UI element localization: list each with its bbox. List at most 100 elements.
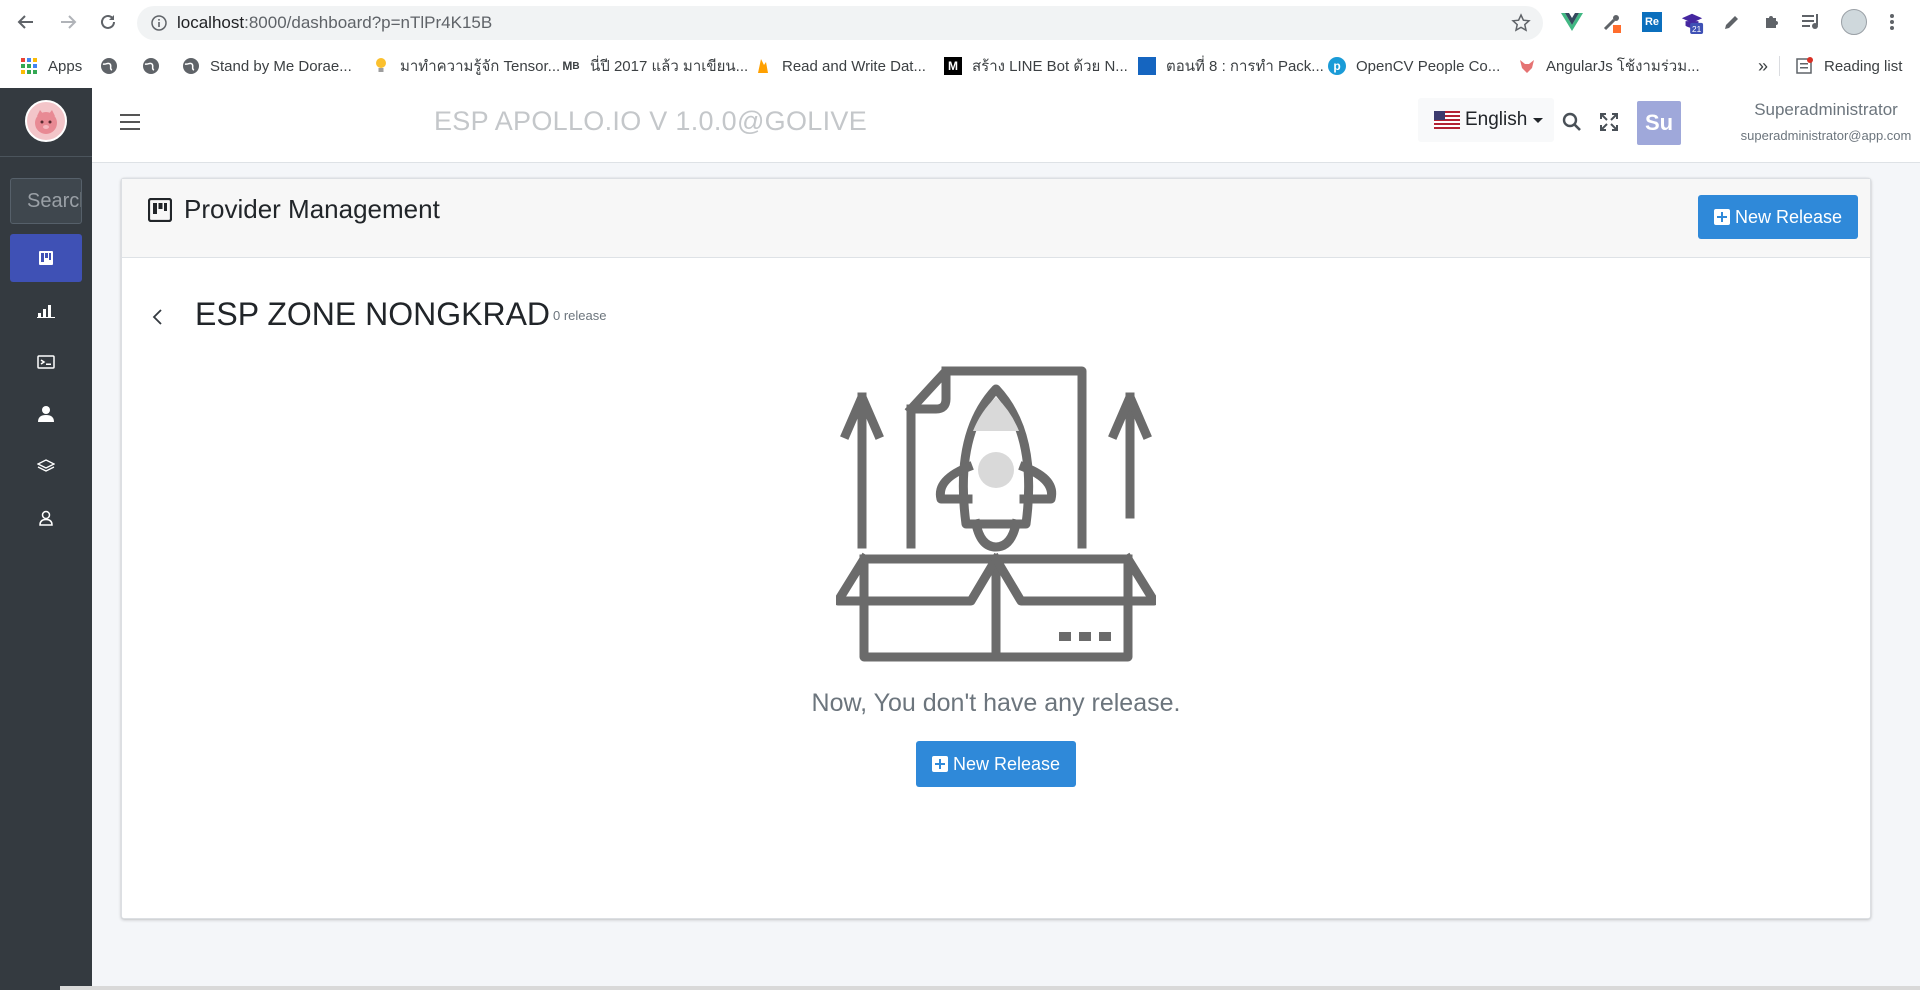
bookmark-label: AngularJs โช้งามร่วม... — [1546, 58, 1700, 75]
sidebar-item-layers[interactable] — [10, 442, 82, 490]
bookmark-globe-2[interactable] — [142, 44, 170, 88]
plus-square-icon — [1713, 209, 1730, 225]
bookmark-label: นี่ปี 2017 แล้ว มาเขียน... — [590, 58, 749, 75]
bookmark-globe-1[interactable] — [100, 44, 128, 88]
sidebar-item-profile[interactable] — [10, 494, 82, 542]
button-label: New Release — [952, 753, 1061, 774]
kanban-icon — [147, 197, 173, 227]
bottom-strip — [60, 986, 1920, 990]
provider-card: Provider Management New Release ESP ZONE… — [121, 178, 1871, 919]
bookmark-package[interactable]: ตอนที่ 8 : การทำ Pack... — [1138, 44, 1324, 88]
zone-title: ESP ZONE NONGKRAD — [195, 296, 551, 332]
reading-list-label: Reading list — [1824, 57, 1903, 75]
more-menu-icon[interactable] — [1880, 10, 1904, 34]
kanban-icon — [39, 251, 53, 265]
menu-toggle-icon[interactable] — [120, 114, 140, 132]
profile-avatar-icon[interactable] — [1840, 8, 1868, 36]
re-extension-icon[interactable]: Re — [1640, 10, 1664, 34]
blog-icon — [1138, 57, 1156, 75]
bookmark-apps[interactable]: Apps — [20, 44, 82, 88]
bookmark-label: ตอนที่ 8 : การทำ Pack... — [1166, 58, 1324, 75]
language-dropdown[interactable]: English — [1418, 98, 1554, 142]
app-brand-title: ESP APOLLO.IO V 1.0.0@GOLIVE — [434, 106, 868, 136]
bookmark-opencv[interactable]: p OpenCV People Co... — [1328, 44, 1500, 88]
bar-chart-icon — [37, 305, 55, 318]
extensions-puzzle-icon[interactable] — [1760, 10, 1784, 34]
overflow-chevron: » — [1758, 55, 1769, 76]
bookmark-label: Read and Write Dat... — [782, 57, 926, 75]
new-release-header-button[interactable]: New Release — [1698, 195, 1858, 239]
forward-arrow-icon[interactable] — [56, 10, 80, 34]
layers-icon — [37, 459, 55, 472]
new-release-empty-button[interactable]: New Release — [916, 741, 1076, 787]
language-label: English — [1465, 109, 1528, 130]
sidebar-divider — [0, 156, 92, 157]
globe-icon — [142, 57, 160, 75]
back-arrow-icon[interactable] — [14, 10, 38, 34]
browser-toolbar: localhost:8000/dashboard?p=nTlPr4K15B Re… — [0, 0, 1920, 44]
bookmark-tensor[interactable]: มาทำความรู้จัก Tensor... — [372, 44, 560, 88]
user-icon — [38, 406, 54, 422]
terminal-icon — [37, 355, 55, 369]
media-queue-icon[interactable] — [1800, 10, 1824, 34]
fox-icon — [1518, 57, 1536, 75]
bookmark-label: Apps — [48, 57, 83, 75]
search-icon[interactable] — [1561, 111, 1583, 133]
graduation-cap-icon[interactable]: 21 — [1680, 10, 1704, 34]
bookmark-read-write[interactable]: Read and Write Dat... — [754, 44, 926, 88]
bookmarks-overflow-button[interactable]: » — [1758, 44, 1768, 88]
user-outline-icon — [39, 510, 53, 526]
pyimagesearch-icon: p — [1328, 57, 1346, 75]
bookmark-label: Stand by Me Dorae... — [210, 57, 352, 75]
plus-square-icon — [931, 756, 948, 772]
app-logo[interactable] — [25, 100, 67, 142]
caret-down-icon — [1533, 117, 1544, 123]
sidebar-item-console[interactable] — [10, 338, 82, 386]
user-name[interactable]: Superadministrator — [1688, 100, 1920, 120]
apps-grid-icon — [20, 57, 38, 75]
user-avatar[interactable]: Su — [1637, 101, 1681, 145]
lightbulb-icon — [372, 57, 390, 75]
user-email: superadministrator@app.com — [1740, 128, 1912, 143]
rocket-box-illustration — [833, 349, 1159, 674]
bookmark-label: OpenCV People Co... — [1356, 57, 1501, 75]
bookmark-label: มาทำความรู้จัก Tensor... — [400, 58, 561, 75]
pencil-icon[interactable] — [1720, 10, 1744, 34]
app-topbar: ESP APOLLO.IO V 1.0.0@GOLIVE English Su … — [92, 88, 1920, 163]
bookmark-label: สร้าง LINE Bot ด้วย N... — [972, 58, 1128, 75]
bookmark-angular[interactable]: AngularJs โช้งามร่วม... — [1518, 44, 1700, 88]
page-title: Provider Management — [184, 194, 440, 224]
reading-list-icon — [1796, 57, 1814, 75]
fullscreen-icon[interactable] — [1598, 111, 1620, 133]
info-icon[interactable] — [151, 15, 167, 36]
sidebar-item-users[interactable] — [10, 390, 82, 438]
bookmark-line-bot[interactable]: M สร้าง LINE Bot ด้วย N... — [944, 44, 1128, 88]
bookmark-stand-by-me[interactable]: Stand by Me Dorae... — [182, 44, 352, 88]
sidebar-search-input[interactable]: Search — [10, 178, 82, 224]
medium-icon: M — [944, 57, 962, 75]
us-flag-icon — [1434, 111, 1460, 129]
url-text: localhost:8000/dashboard?p=nTlPr4K15B — [177, 13, 493, 32]
svg-text:21: 21 — [1692, 24, 1702, 34]
bookmark-divider — [1779, 56, 1780, 76]
address-bar[interactable]: localhost:8000/dashboard?p=nTlPr4K15B — [137, 6, 1543, 40]
bookmark-star-icon[interactable] — [1511, 13, 1531, 38]
mb-icon: MB — [562, 59, 580, 73]
globe-icon — [182, 57, 200, 75]
sidebar-item-providers[interactable] — [10, 234, 82, 282]
globe-icon — [100, 57, 118, 75]
fire-icon — [754, 57, 772, 75]
back-chevron-icon[interactable] — [148, 307, 168, 327]
sidebar-item-reports[interactable] — [10, 286, 82, 334]
release-count: 0 release — [553, 308, 607, 323]
empty-state-message: Now, You don't have any release. — [811, 689, 1181, 717]
reload-icon[interactable] — [96, 10, 120, 34]
reading-list-button[interactable]: Reading list — [1796, 44, 1902, 88]
app-sidebar: Search — [0, 88, 92, 990]
bookmarks-bar: Apps Stand by Me Dorae... มาทำความรู้จัก… — [0, 44, 1920, 89]
card-header: Provider Management New Release — [122, 179, 1870, 258]
eyedropper-icon[interactable] — [1600, 10, 1624, 34]
button-label: New Release — [1734, 206, 1843, 227]
bookmark-mb[interactable]: MB นี่ปี 2017 แล้ว มาเขียน... — [562, 44, 748, 88]
vue-devtools-icon[interactable] — [1560, 10, 1584, 34]
